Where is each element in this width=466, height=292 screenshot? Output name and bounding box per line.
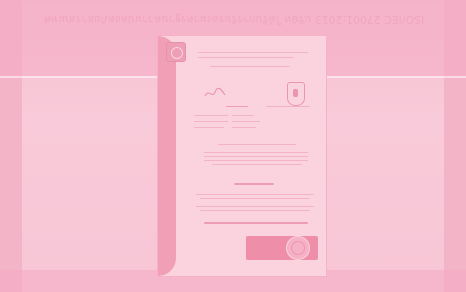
doc-line bbox=[204, 156, 308, 157]
document-side-stripe bbox=[158, 36, 176, 276]
doc-line bbox=[210, 66, 290, 67]
doc-line bbox=[204, 160, 308, 161]
doc-line bbox=[194, 115, 228, 116]
doc-heading-line bbox=[234, 183, 274, 185]
doc-line bbox=[204, 152, 308, 153]
doc-line bbox=[198, 57, 294, 58]
doc-line bbox=[218, 144, 296, 145]
doc-line bbox=[200, 210, 310, 211]
certificate-photo-background: ISO/IEC 27001:2013 บริษัท ได้รับการรับรอ… bbox=[0, 0, 466, 292]
seal-ring bbox=[291, 241, 305, 255]
doc-line bbox=[212, 164, 302, 165]
crest-mark bbox=[293, 89, 298, 97]
doc-line bbox=[200, 198, 310, 199]
doc-line bbox=[232, 121, 260, 122]
doc-line bbox=[198, 52, 308, 53]
mirrored-headline: ISO/IEC 27001:2013 บริษัท ได้รับการรับรอ… bbox=[43, 13, 425, 25]
doc-line bbox=[226, 106, 248, 107]
doc-line bbox=[196, 194, 314, 195]
doc-line bbox=[196, 206, 314, 207]
doc-line bbox=[194, 121, 228, 122]
doc-line bbox=[232, 127, 256, 128]
signature-icon bbox=[204, 87, 226, 97]
doc-heading-line bbox=[204, 222, 308, 224]
crest-icon bbox=[287, 82, 305, 106]
doc-line bbox=[194, 127, 224, 128]
accreditation-seal-icon bbox=[286, 236, 310, 260]
doc-line bbox=[266, 106, 310, 107]
logo-ring bbox=[171, 47, 183, 59]
doc-line bbox=[232, 115, 254, 116]
certification-body-logo-icon bbox=[166, 42, 186, 62]
